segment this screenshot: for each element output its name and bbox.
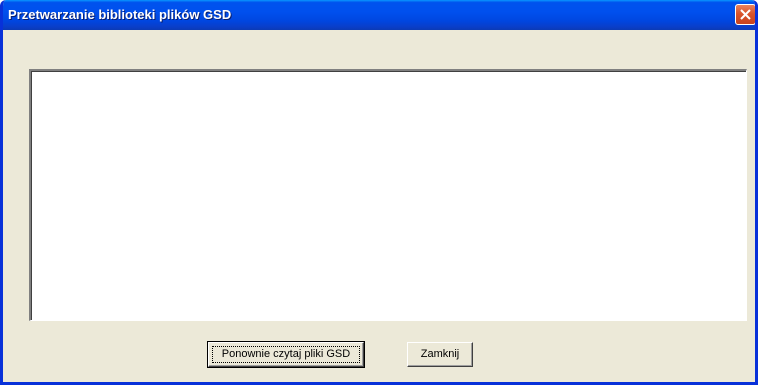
reload-gsd-files-label: Ponownie czytaj pliki GSD (221, 348, 351, 360)
dialog-window: Przetwarzanie biblioteki plików GSD Pono… (0, 0, 758, 385)
close-icon (740, 9, 751, 20)
close-button-label: Zamknij (420, 348, 460, 360)
reload-gsd-files-button[interactable]: Ponownie czytaj pliki GSD (207, 341, 365, 368)
title-bar[interactable]: Przetwarzanie biblioteki plików GSD (3, 0, 755, 30)
window-title: Przetwarzanie biblioteki plików GSD (8, 7, 232, 22)
close-button[interactable]: Zamknij (407, 342, 473, 367)
close-window-button[interactable] (735, 4, 755, 25)
gsd-log-box[interactable] (29, 69, 747, 321)
